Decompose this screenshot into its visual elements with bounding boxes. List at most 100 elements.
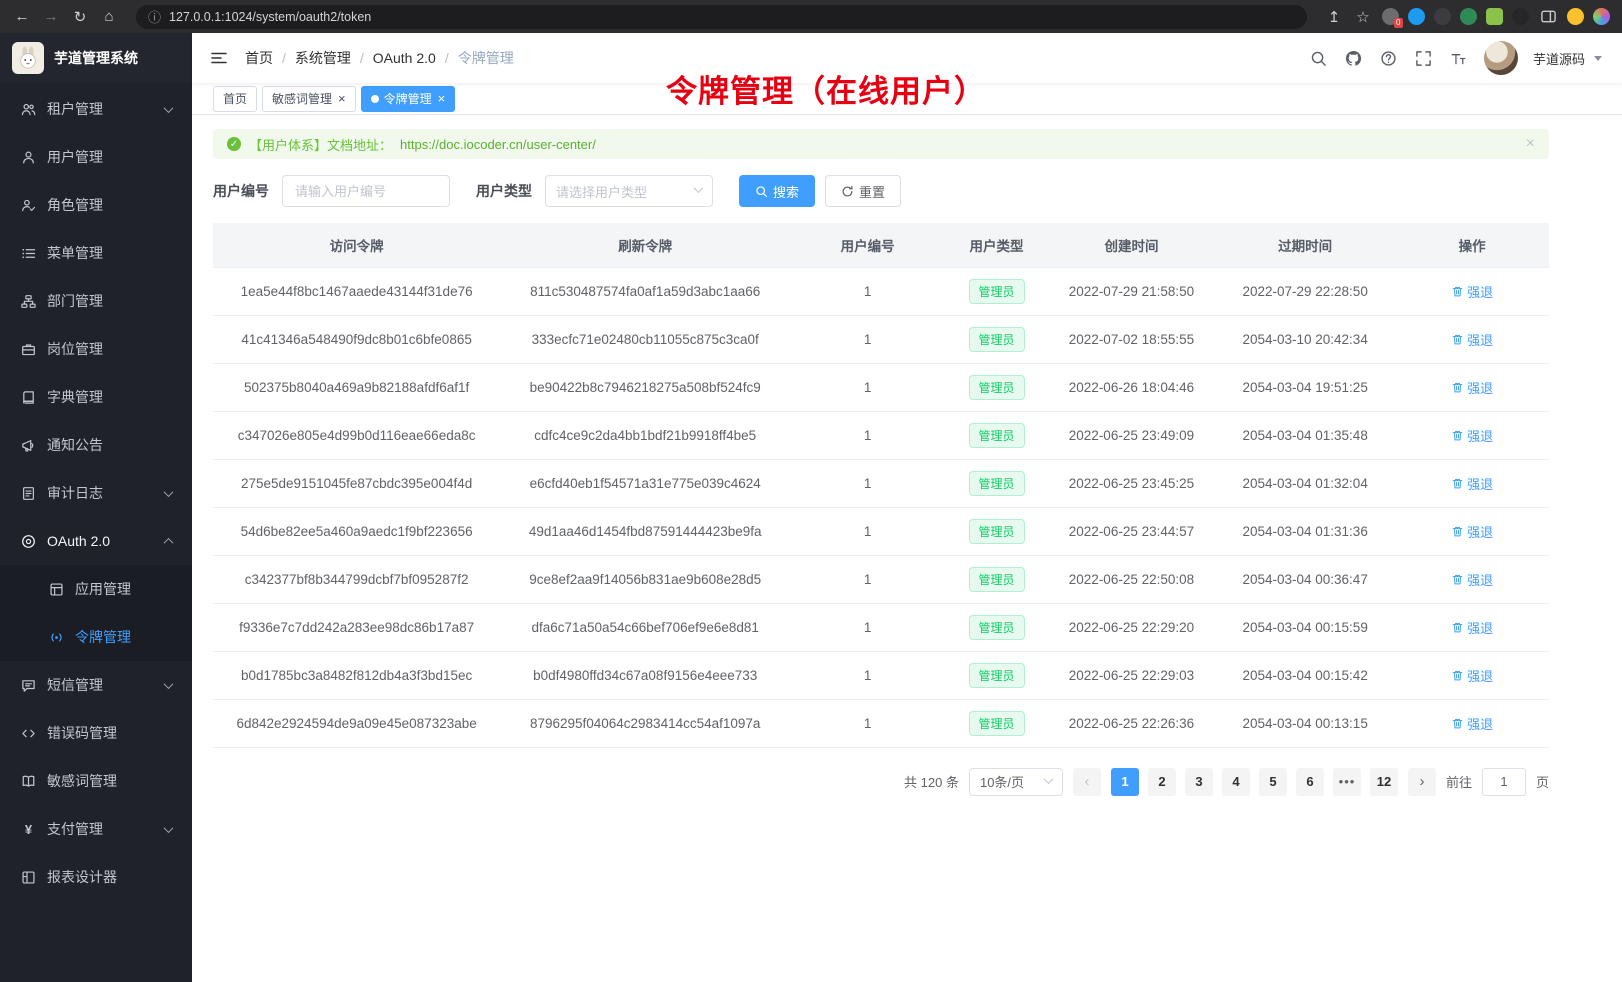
create-time-cell: 2022-06-25 23:45:25 (1048, 459, 1215, 507)
user-type-badge: 管理员 (969, 327, 1025, 352)
breadcrumb-item[interactable]: 系统管理 (295, 48, 351, 68)
page-size-select[interactable]: 10条/页 (969, 768, 1063, 796)
page-button-4[interactable]: 4 (1222, 768, 1250, 796)
user-type-select[interactable]: 请选择用户类型 (545, 175, 713, 207)
tab-sensitive-word[interactable]: 敏感词管理× (262, 86, 356, 112)
browser-emoji-avatar[interactable] (1567, 8, 1584, 25)
alert-doc-link[interactable]: https://doc.iocoder.cn/user-center/ (400, 137, 596, 152)
sidebar-item-errcode[interactable]: 错误码管理 (0, 709, 192, 757)
app-logo[interactable]: 芋道管理系统 (0, 33, 192, 83)
search-icon[interactable] (1309, 48, 1329, 68)
forward-icon[interactable]: → (41, 8, 61, 25)
force-logout-button[interactable]: 强退 (1451, 666, 1493, 685)
force-logout-button[interactable]: 强退 (1451, 282, 1493, 301)
refresh-token-cell: dfa6c71a50a54c66bef706ef9e6e8d81 (500, 603, 790, 651)
sidebar-item-post[interactable]: 岗位管理 (0, 325, 192, 373)
fold-menu-icon[interactable] (209, 48, 229, 68)
sidebar-item-oauth2-app[interactable]: 应用管理 (0, 565, 192, 613)
sidebar-item-sms[interactable]: 短信管理 (0, 661, 192, 709)
page-button-2[interactable]: 2 (1148, 768, 1176, 796)
header: 首页/系统管理/OAuth 2.0/令牌管理 芋道源码 (192, 33, 1622, 83)
access-token-cell: 502375b8040a469a9b82188afdf6af1f (213, 363, 500, 411)
user-id-input[interactable] (282, 175, 450, 207)
force-logout-button[interactable]: 强退 (1451, 426, 1493, 445)
share-icon[interactable]: ↥ (1324, 8, 1344, 26)
sidebar-item-audit-log[interactable]: 审计日志 (0, 469, 192, 517)
access-token-cell: c347026e805e4d99b0d116eae66eda8c (213, 411, 500, 459)
access-token-cell: 6d842e2924594de9a09e45e087323abe (213, 699, 500, 747)
page-button-12[interactable]: 12 (1370, 768, 1398, 796)
page-button-3[interactable]: 3 (1185, 768, 1213, 796)
sidebar-item-oauth2-token[interactable]: 令牌管理 (0, 613, 192, 661)
browser-profile-avatar[interactable] (1593, 8, 1610, 25)
user-id-cell: 1 (790, 507, 945, 555)
page-button-1[interactable]: 1 (1111, 768, 1139, 796)
force-logout-button[interactable]: 强退 (1451, 714, 1493, 733)
force-logout-button[interactable]: 强退 (1451, 378, 1493, 397)
sidebar-item-tenant[interactable]: 租户管理 (0, 85, 192, 133)
force-logout-button[interactable]: 强退 (1451, 570, 1493, 589)
sidebar-toggle-icon[interactable] (1538, 7, 1558, 27)
home-icon[interactable]: ⌂ (99, 8, 119, 25)
sidebar-item-dict[interactable]: 字典管理 (0, 373, 192, 421)
site-info-icon[interactable]: ⓘ (148, 7, 161, 26)
pagination: 共 120 条 10条/页 ‹ 123456•••12 › 前往 页 (213, 768, 1549, 796)
help-icon[interactable] (1379, 48, 1399, 68)
breadcrumb-item[interactable]: OAuth 2.0 (373, 50, 436, 66)
sidebar-item-pay[interactable]: ¥支付管理 (0, 805, 192, 853)
dict-icon (20, 389, 37, 406)
create-time-cell: 2022-06-26 18:04:46 (1048, 363, 1215, 411)
extension-paw-icon[interactable] (1512, 8, 1529, 25)
caret-down-icon[interactable] (1594, 56, 1602, 61)
force-logout-button[interactable]: 强退 (1451, 474, 1493, 493)
page-ellipsis-icon: ••• (1333, 768, 1361, 796)
pay-icon: ¥ (20, 821, 37, 838)
sidebar-item-role[interactable]: 角色管理 (0, 181, 192, 229)
user-avatar[interactable] (1484, 41, 1518, 75)
user-name[interactable]: 芋道源码 (1533, 49, 1585, 68)
pagination-total: 共 120 条 (904, 772, 959, 791)
force-logout-button[interactable]: 强退 (1451, 330, 1493, 349)
column-header: 用户类型 (945, 223, 1048, 267)
table-row: 54d6be82ee5a460a9aedc1f9bf22365649d1aa46… (213, 507, 1549, 555)
sidebar-item-user[interactable]: 用户管理 (0, 133, 192, 181)
github-icon[interactable] (1344, 48, 1364, 68)
alert-text: 【用户体系】文档地址： (249, 135, 392, 154)
tab-token[interactable]: 令牌管理× (361, 86, 456, 112)
next-page-button[interactable]: › (1408, 768, 1436, 796)
sidebar-item-notice[interactable]: 通知公告 (0, 421, 192, 469)
sidebar-item-report-designer[interactable]: 报表设计器 (0, 853, 192, 901)
force-logout-label: 强退 (1467, 522, 1493, 541)
search-button[interactable]: 搜索 (739, 175, 815, 207)
alert-close-icon[interactable]: × (1526, 135, 1535, 153)
prev-page-button[interactable]: ‹ (1073, 768, 1101, 796)
tab-close-icon[interactable]: × (338, 92, 346, 105)
fullscreen-icon[interactable] (1414, 48, 1434, 68)
refresh-icon[interactable]: ↻ (70, 8, 90, 26)
bookmark-star-icon[interactable]: ☆ (1353, 8, 1373, 26)
extension-puzzle-icon[interactable] (1486, 8, 1503, 25)
force-logout-button[interactable]: 强退 (1451, 522, 1493, 541)
page-button-6[interactable]: 6 (1296, 768, 1324, 796)
extension-dark-icon[interactable] (1434, 8, 1451, 25)
reset-button[interactable]: 重置 (825, 175, 901, 207)
force-logout-button[interactable]: 强退 (1451, 618, 1493, 637)
sidebar-item-sensitive-word[interactable]: 敏感词管理 (0, 757, 192, 805)
sidebar-item-menu[interactable]: 菜单管理 (0, 229, 192, 277)
url-bar[interactable]: ⓘ 127.0.0.1:1024/system/oauth2/token (136, 5, 1307, 29)
table-row: 275e5de9151045fe87cbdc395e004f4de6cfd40e… (213, 459, 1549, 507)
user-id-cell: 1 (790, 699, 945, 747)
trash-icon (1451, 477, 1464, 490)
extension-green-icon[interactable] (1460, 8, 1477, 25)
sidebar-item-dept[interactable]: 部门管理 (0, 277, 192, 325)
breadcrumb-item[interactable]: 首页 (245, 48, 273, 68)
tab-close-icon[interactable]: × (438, 92, 446, 105)
sidebar-item-oauth2[interactable]: OAuth 2.0 (0, 517, 192, 565)
tab-home[interactable]: 首页 (213, 86, 257, 112)
font-size-icon[interactable] (1449, 48, 1469, 68)
goto-page-input[interactable] (1482, 768, 1526, 796)
extension-badge-icon[interactable]: 0 (1382, 8, 1399, 25)
extension-blue-icon[interactable] (1408, 8, 1425, 25)
back-icon[interactable]: ← (12, 8, 32, 25)
page-button-5[interactable]: 5 (1259, 768, 1287, 796)
